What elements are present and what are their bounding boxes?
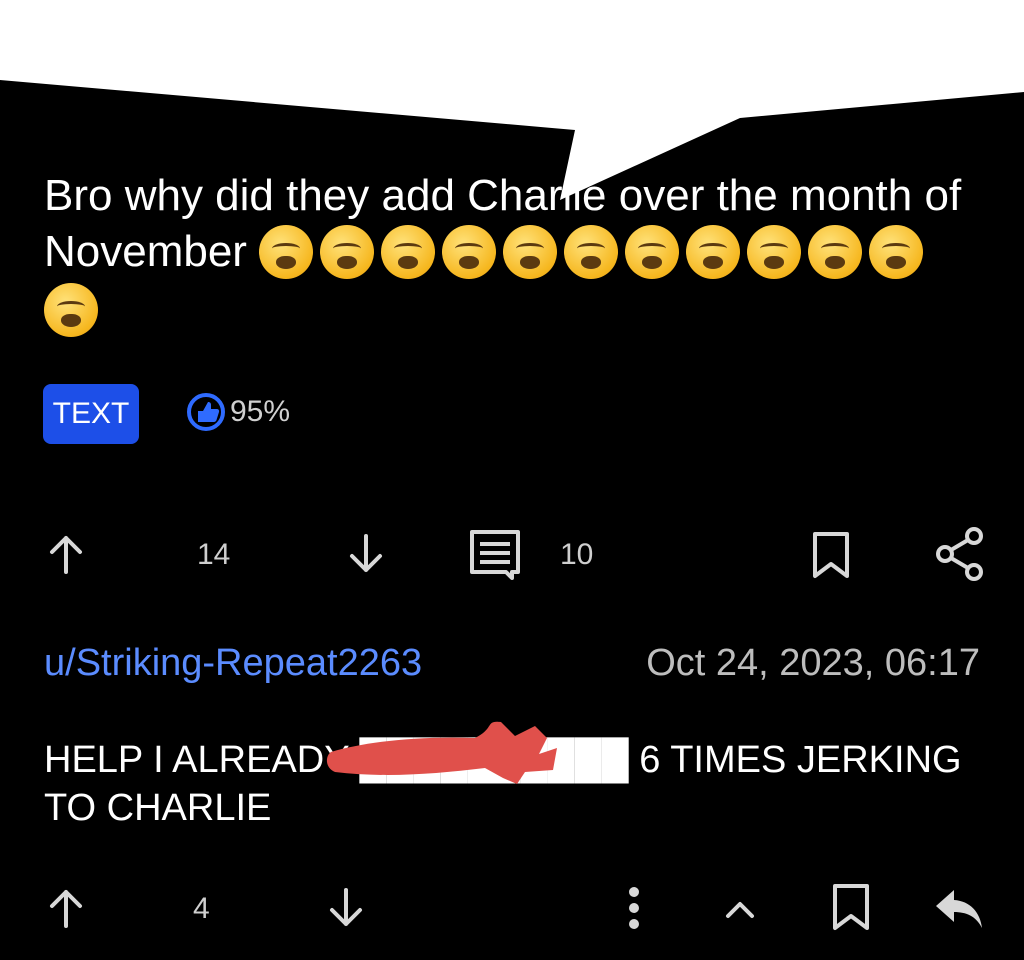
upvote-ratio: 95% bbox=[186, 392, 290, 432]
post-action-bar: 14 10 bbox=[0, 524, 1024, 584]
weary-face-emoji bbox=[747, 225, 802, 280]
comment-icon[interactable] bbox=[468, 528, 524, 582]
weary-face-emoji bbox=[869, 225, 924, 280]
weary-face-emoji bbox=[625, 225, 680, 280]
arrow-down-icon[interactable] bbox=[324, 886, 368, 930]
bookmark-icon[interactable] bbox=[830, 882, 872, 932]
weary-face-emoji bbox=[564, 225, 619, 280]
arrow-down-icon[interactable] bbox=[344, 532, 388, 576]
post-type-badge: TEXT bbox=[43, 384, 139, 444]
post-comment-count[interactable]: 10 bbox=[560, 538, 593, 572]
arrow-up-icon[interactable] bbox=[44, 886, 88, 930]
weary-face-emoji bbox=[808, 225, 863, 280]
weary-face-emoji bbox=[442, 225, 497, 280]
chevron-up-icon[interactable] bbox=[722, 894, 758, 922]
share-icon[interactable] bbox=[934, 526, 986, 582]
arrow-up-icon[interactable] bbox=[44, 532, 88, 576]
thumbs-up-icon bbox=[187, 393, 225, 431]
weary-face-emoji bbox=[44, 282, 98, 337]
comment-author[interactable]: u/Striking-Repeat2263 bbox=[44, 642, 422, 685]
more-vertical-icon[interactable] bbox=[622, 884, 646, 932]
weary-face-emoji bbox=[320, 225, 375, 280]
bookmark-icon[interactable] bbox=[810, 530, 852, 580]
reply-icon[interactable] bbox=[932, 886, 986, 930]
weary-face-emoji bbox=[686, 225, 741, 280]
post-vote-count: 14 bbox=[197, 538, 231, 571]
comment-vote-count: 4 bbox=[193, 892, 210, 925]
weary-face-emoji bbox=[503, 225, 558, 280]
weary-face-emoji bbox=[259, 225, 314, 280]
post-title: Bro why did they add Charlie over the mo… bbox=[44, 168, 984, 339]
comment-action-bar: 4 bbox=[0, 880, 1024, 940]
upvote-ratio-value: 95% bbox=[230, 395, 291, 428]
red-scribble-redaction bbox=[326, 721, 557, 784]
weary-face-emoji bbox=[381, 225, 436, 280]
comment-timestamp: Oct 24, 2023, 06:17 bbox=[646, 642, 980, 684]
